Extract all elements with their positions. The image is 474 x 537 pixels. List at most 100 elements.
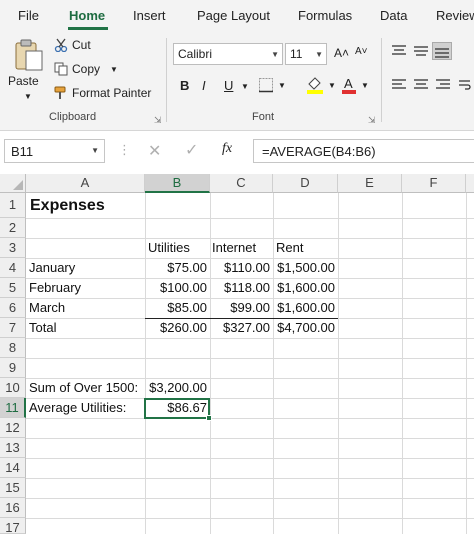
tab-page-layout[interactable]: Page Layout [197,8,270,23]
cell-b3[interactable]: Utilities [148,238,190,258]
tab-review[interactable]: Review [436,8,474,23]
align-middle-button[interactable] [413,44,429,58]
cell-c5[interactable]: $118.00 [210,278,270,298]
tab-file[interactable]: File [18,8,39,23]
font-launcher-icon[interactable]: ⇲ [368,115,376,126]
formula-bar: B11 ▼ ⋮ ✕ ✓ fx =AVERAGE(B4:B6) [0,136,474,166]
cell-b4[interactable]: $75.00 [145,258,207,278]
fill-color-button[interactable]: ▼ [306,76,336,94]
bold-button[interactable]: B [180,78,189,93]
align-right-button[interactable] [435,78,451,92]
cell-b5[interactable]: $100.00 [145,278,207,298]
cell-c4[interactable]: $110.00 [210,258,270,278]
cell-a4[interactable]: January [29,258,75,278]
scissors-icon [54,38,68,52]
align-bottom-button[interactable] [432,42,452,60]
cut-button[interactable]: Cut [54,38,91,52]
gridline [26,458,474,459]
font-size-select[interactable]: 11 ▼ [285,43,327,65]
row-header-4[interactable]: 4 [0,258,26,278]
column-header-f[interactable]: F [402,174,466,193]
gridline [26,438,474,439]
chevron-down-icon: ▼ [271,49,279,59]
shrink-font-button[interactable]: A˅ [355,46,368,57]
cell-c3[interactable]: Internet [212,238,256,258]
cell-a5[interactable]: February [29,278,81,298]
cell-d3[interactable]: Rent [276,238,303,258]
select-all-corner[interactable] [0,174,26,193]
underline-button[interactable]: U [224,78,233,93]
row-header-11[interactable]: 11 [0,398,26,418]
grow-font-button[interactable]: A˄ [334,46,349,60]
cell-a11[interactable]: Average Utilities: [29,398,126,418]
align-right-icon [436,79,450,89]
row-header-7[interactable]: 7 [0,318,26,338]
row-header-3[interactable]: 3 [0,238,26,258]
gridline [26,358,474,359]
cell-c7[interactable]: $327.00 [210,318,270,338]
column-header-a[interactable]: A [26,174,145,193]
cell-d5[interactable]: $1,600.00 [273,278,335,298]
cell-d4[interactable]: $1,500.00 [273,258,335,278]
row-header-13[interactable]: 13 [0,438,26,458]
cell-b10[interactable]: $3,200.00 [145,378,207,398]
paste-dropdown-icon[interactable]: ▼ [24,92,32,101]
copy-dropdown-icon[interactable]: ▼ [110,65,118,74]
column-header-b[interactable]: B [145,174,210,193]
cell-c6[interactable]: $99.00 [210,298,270,318]
font-size-value: 11 [290,47,303,61]
row-header-15[interactable]: 15 [0,478,26,498]
copy-button[interactable]: Copy ▼ [54,62,118,76]
cell-d6[interactable]: $1,600.00 [273,298,335,318]
align-left-button[interactable] [391,78,407,92]
row-header-17[interactable]: 17 [0,518,26,535]
row-header-16[interactable]: 16 [0,498,26,518]
paste-button[interactable]: Paste ▼ [8,38,48,106]
tab-data[interactable]: Data [380,8,407,23]
gridline [26,498,474,499]
underline-dropdown-icon[interactable]: ▼ [241,82,249,91]
fill-handle[interactable] [206,415,212,421]
chevron-down-icon: ▼ [328,80,336,90]
confirm-formula-icon[interactable]: ✓ [185,140,198,160]
formula-text: =AVERAGE(B4:B6) [262,144,376,159]
row-header-14[interactable]: 14 [0,458,26,478]
row-header-5[interactable]: 5 [0,278,26,298]
format-painter-button[interactable]: Format Painter [54,86,151,100]
cell-d7[interactable]: $4,700.00 [273,318,335,338]
cell-a7[interactable]: Total [29,318,56,338]
wrap-text-button[interactable] [458,78,472,92]
align-top-button[interactable] [391,44,407,58]
borders-button[interactable]: ▼ [258,77,286,93]
tab-home[interactable]: Home [69,8,105,23]
row-header-8[interactable]: 8 [0,338,26,358]
cell-a1[interactable]: Expenses [30,196,105,216]
row-header-6[interactable]: 6 [0,298,26,318]
tab-formulas[interactable]: Formulas [298,8,352,23]
font-name-select[interactable]: Calibri ▼ [173,43,283,65]
cell-a6[interactable]: March [29,298,65,318]
column-header-d[interactable]: D [273,174,338,193]
font-color-button[interactable]: A ▼ [341,76,369,94]
italic-button[interactable]: I [202,78,206,93]
row-header-10[interactable]: 10 [0,378,26,398]
row-header-9[interactable]: 9 [0,358,26,378]
cell-b6[interactable]: $85.00 [145,298,207,318]
row-header-2[interactable]: 2 [0,218,26,238]
name-box[interactable]: B11 ▼ [4,139,105,163]
active-cell-selection[interactable] [144,398,210,419]
row-header-1[interactable]: 1 [0,193,26,218]
cancel-formula-icon[interactable]: ✕ [148,141,161,161]
insert-function-icon[interactable]: fx [222,141,232,157]
column-header-c[interactable]: C [210,174,273,193]
cell-a10[interactable]: Sum of Over 1500: [29,378,138,398]
gridline [273,193,274,534]
gridline [338,193,339,534]
clipboard-launcher-icon[interactable]: ⇲ [154,115,162,126]
row-header-12[interactable]: 12 [0,418,26,438]
column-header-e[interactable]: E [338,174,402,193]
cell-b7[interactable]: $260.00 [145,318,207,338]
align-center-button[interactable] [413,78,429,92]
tab-insert[interactable]: Insert [133,8,166,23]
formula-input[interactable]: =AVERAGE(B4:B6) [253,139,474,163]
